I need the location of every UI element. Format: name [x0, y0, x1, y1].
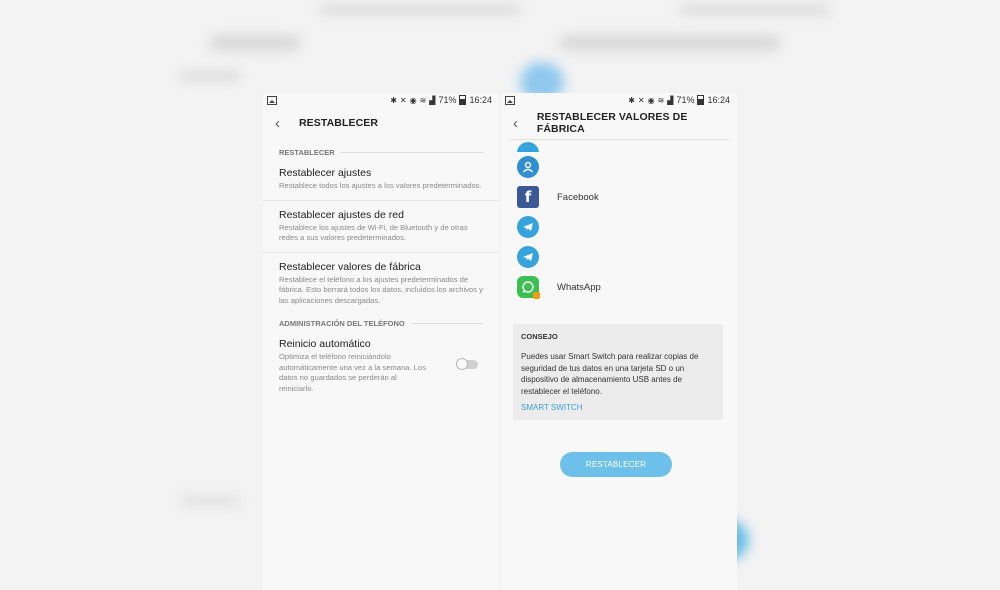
- list-item: [517, 212, 737, 242]
- reset-network-settings-item[interactable]: Restablecer ajustes de red Restablece lo…: [263, 201, 499, 253]
- section-header-reset: RESTABLECER: [263, 145, 499, 159]
- alarm-icon: ◉: [647, 95, 655, 105]
- alarm-icon: ◉: [409, 95, 417, 105]
- page-title: RESTABLECER VALORES DE FÁBRICA: [536, 111, 688, 135]
- factory-reset-item[interactable]: Restablecer valores de fábrica Restablec…: [263, 253, 499, 315]
- reset-settings-item[interactable]: Restablecer ajustes Restablece todos los…: [263, 159, 499, 201]
- battery-percent: 71%: [438, 95, 457, 105]
- reset-network-desc: Restablece los ajustes de Wi-Fi, de Blue…: [279, 222, 468, 243]
- blurred-background: [0, 0, 1000, 590]
- list-item: f Facebook: [517, 182, 737, 212]
- bluetooth-icon: ✱: [628, 95, 635, 105]
- list-item: [517, 152, 737, 182]
- mute-icon: ✕: [399, 95, 407, 105]
- auto-restart-toggle[interactable]: [456, 358, 478, 370]
- telegram-icon: [517, 246, 539, 268]
- mute-icon: ✕: [637, 95, 645, 105]
- battery-icon: [459, 95, 467, 105]
- signal-icon: ▟: [667, 95, 674, 105]
- reset-network-title: Restablecer ajustes de red: [279, 208, 404, 221]
- back-arrow-icon[interactable]: ‹: [513, 115, 535, 132]
- app-bar: ‹ RESTABLECER VALORES DE FÁBRICA: [501, 107, 737, 139]
- reset-button[interactable]: RESTABLECER: [560, 452, 672, 477]
- auto-restart-title: Reinicio automático: [279, 338, 371, 350]
- clock: 16:24: [469, 95, 492, 105]
- reset-screen: ✱ ✕ ◉ ≋ ▟ 71% 16:24 ‹ RESTABLECER RESTAB…: [263, 93, 499, 590]
- tip-text: Puedes usar Smart Switch para realizar c…: [521, 352, 699, 396]
- bluetooth-icon: ✱: [390, 95, 397, 105]
- account-icon: [517, 142, 539, 152]
- auto-restart-item[interactable]: Reinicio automático Optimiza el teléfono…: [263, 330, 499, 402]
- gallery-notification-icon: [505, 95, 515, 105]
- clock: 16:24: [707, 95, 730, 105]
- list-item: [517, 140, 737, 152]
- app-name-facebook: Facebook: [557, 191, 599, 203]
- factory-reset-title: Restablecer valores de fábrica: [279, 260, 421, 273]
- status-bar: ✱ ✕ ◉ ≋ ▟ 71% 16:24: [501, 93, 737, 107]
- telegram-icon: [517, 216, 539, 238]
- battery-icon: [697, 95, 705, 105]
- signal-icon: ▟: [429, 95, 436, 105]
- page-title: RESTABLECER: [299, 117, 379, 129]
- factory-reset-desc: Restablece el teléfono a los ajustes pre…: [279, 274, 483, 305]
- list-item: [517, 242, 737, 272]
- battery-percent: 71%: [676, 95, 695, 105]
- factory-reset-screen: ✱ ✕ ◉ ≋ ▟ 71% 16:24 ‹ RESTABLECER VALORE…: [501, 93, 737, 590]
- tip-title: CONSEJO: [521, 332, 558, 341]
- status-bar: ✱ ✕ ◉ ≋ ▟ 71% 16:24: [263, 93, 499, 107]
- account-icon: [517, 156, 539, 178]
- list-item: WhatsApp: [517, 272, 737, 302]
- auto-restart-desc: Optimiza el teléfono reiniciándolo autom…: [279, 352, 426, 393]
- section-header-phone-admin: ADMINISTRACIÓN DEL TELÉFONO: [263, 316, 499, 330]
- gallery-notification-icon: [267, 95, 277, 105]
- smart-switch-link[interactable]: SMART SWITCH: [521, 403, 715, 412]
- back-arrow-icon[interactable]: ‹: [275, 115, 297, 132]
- tip-card: CONSEJO Puedes usar Smart Switch para re…: [513, 324, 723, 420]
- app-name-whatsapp: WhatsApp: [557, 281, 601, 293]
- wifi-icon: ≋: [419, 95, 427, 105]
- reset-settings-title: Restablecer ajustes: [279, 167, 372, 179]
- app-bar: ‹ RESTABLECER: [263, 107, 499, 139]
- facebook-icon: f: [517, 186, 539, 208]
- wifi-icon: ≋: [657, 95, 665, 105]
- account-app-list: f Facebook WhatsApp: [501, 140, 737, 302]
- reset-settings-desc: Restablece todos los ajustes a los valor…: [279, 181, 482, 190]
- whatsapp-icon: [517, 276, 540, 299]
